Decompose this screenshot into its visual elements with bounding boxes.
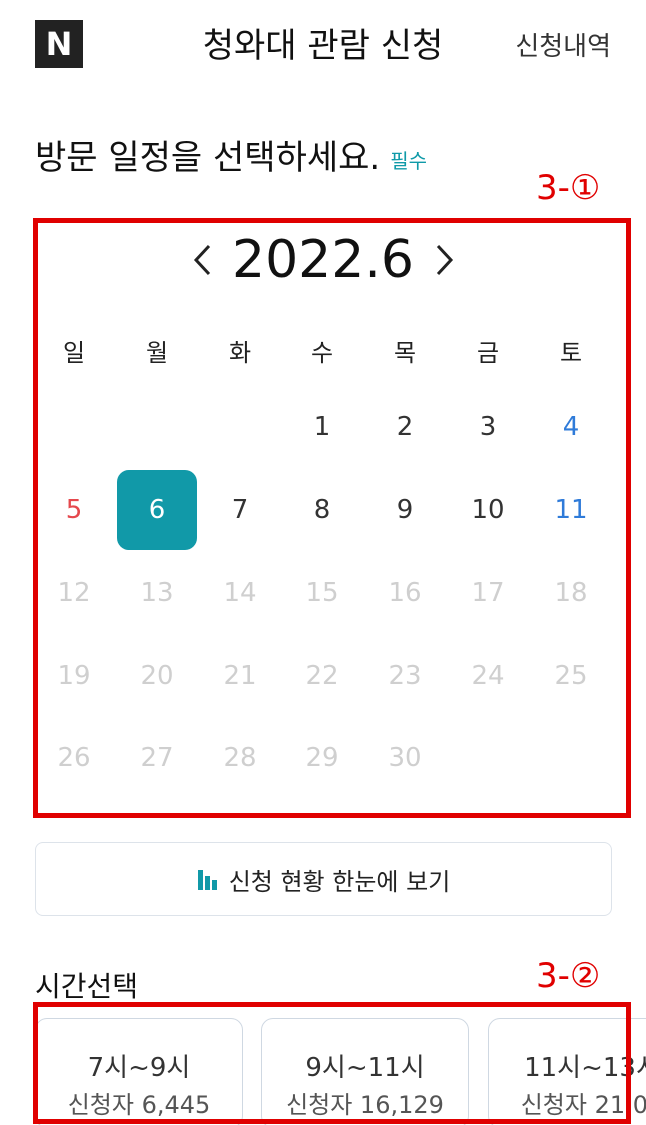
- required-badge: 필수: [390, 149, 428, 173]
- visit-date-heading: 방문 일정을 선택하세요. 필수: [35, 130, 427, 179]
- calendar-day[interactable]: 8: [282, 470, 362, 550]
- calendar-day: 22: [305, 661, 339, 691]
- calendar-day: 23: [388, 661, 422, 691]
- time-select-heading: 시간선택: [35, 970, 139, 1003]
- calendar-day: 13: [140, 578, 174, 608]
- calendar-day[interactable]: 3: [448, 387, 528, 467]
- weekday-label: 토: [559, 339, 583, 367]
- calendar-day[interactable]: 10: [448, 470, 528, 550]
- calendar-day[interactable]: 1: [282, 387, 362, 467]
- calendar-day[interactable]: 11: [531, 470, 611, 550]
- calendar-day: 30: [388, 743, 422, 773]
- month-navigator: 2022.6: [0, 225, 646, 295]
- calendar-day: 24: [471, 661, 505, 691]
- calendar-day: 29: [305, 743, 339, 773]
- weekday-label: 월: [145, 339, 169, 367]
- application-status-button[interactable]: 신청 현황 한눈에 보기: [35, 842, 612, 916]
- calendar-day[interactable]: 2: [365, 387, 445, 467]
- next-month-icon[interactable]: [425, 225, 465, 295]
- time-slot-highlight-box: [33, 1002, 631, 1124]
- application-status-label: 신청 현황 한눈에 보기: [228, 867, 451, 896]
- annotation-3-1: 3-①: [536, 168, 601, 208]
- calendar-day: 26: [57, 743, 91, 773]
- weekday-label: 금: [476, 339, 500, 367]
- annotation-3-2: 3-②: [536, 956, 601, 996]
- calendar-day: 12: [57, 578, 91, 608]
- weekday-label: 목: [393, 339, 417, 367]
- weekday-label: 일: [62, 339, 86, 367]
- calendar-day: 14: [223, 578, 257, 608]
- calendar-day: 17: [471, 578, 505, 608]
- visit-date-heading-text: 방문 일정을 선택하세요.: [35, 138, 381, 178]
- calendar-day: 27: [140, 743, 174, 773]
- application-history-link[interactable]: 신청내역: [515, 26, 611, 63]
- bar-chart-icon: [197, 870, 217, 890]
- calendar-day: 19: [57, 661, 91, 691]
- weekday-label: 화: [228, 339, 252, 367]
- month-label: 2022.6: [232, 230, 414, 290]
- calendar-day: 15: [305, 578, 339, 608]
- calendar-day-selected[interactable]: 6: [117, 470, 197, 550]
- calendar-day: 20: [140, 661, 174, 691]
- calendar-day: 21: [223, 661, 257, 691]
- calendar-day: 28: [223, 743, 257, 773]
- calendar-day[interactable]: 9: [365, 470, 445, 550]
- weekday-label: 수: [310, 339, 334, 367]
- calendar-day: 16: [388, 578, 422, 608]
- calendar-day[interactable]: 7: [200, 470, 280, 550]
- calendar-day[interactable]: 4: [531, 387, 611, 467]
- calendar-day[interactable]: 5: [34, 470, 114, 550]
- calendar-day: 18: [554, 578, 588, 608]
- calendar-day: 25: [554, 661, 588, 691]
- app-header: N 청와대 관람 신청 신청내역: [0, 0, 646, 90]
